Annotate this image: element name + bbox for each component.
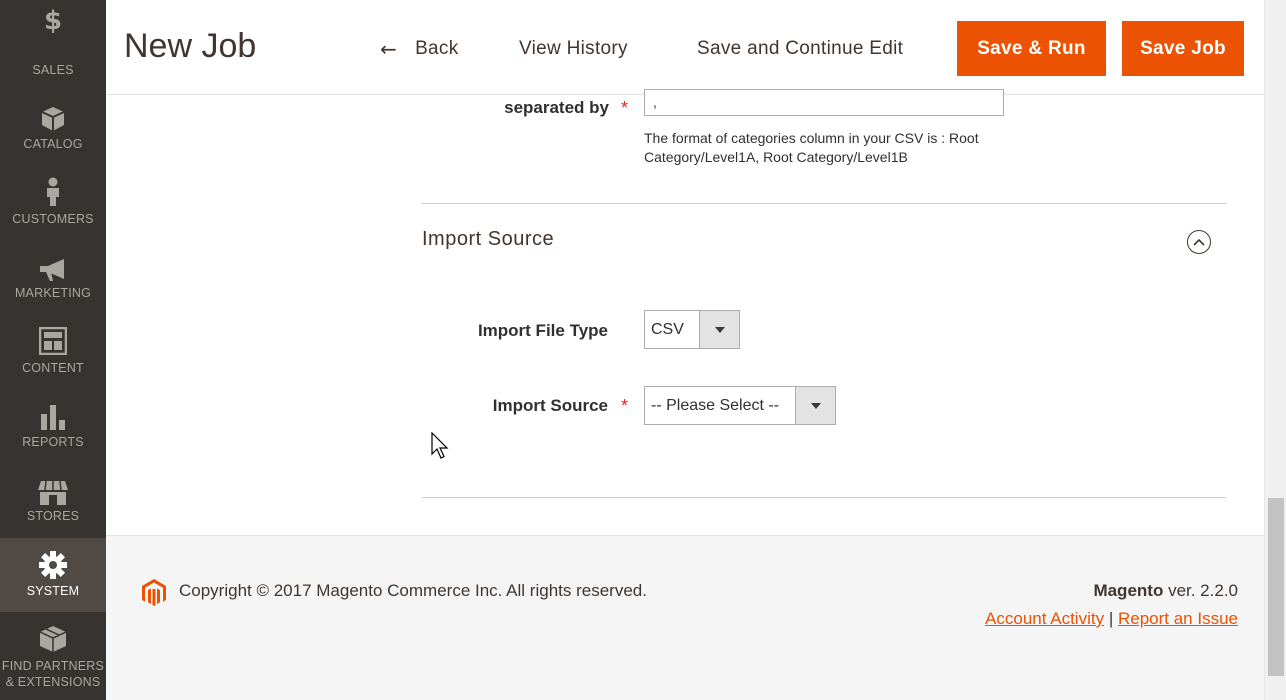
import-source-select[interactable]: -- Please Select -- <box>644 386 836 425</box>
import-source-value: -- Please Select -- <box>651 396 780 414</box>
brand-name: Magento <box>1093 581 1164 600</box>
required-mark: * <box>621 396 629 416</box>
admin-sidebar: $ SALES CATALOG CUSTOMERS MARKETING CONT… <box>0 0 106 700</box>
file-type-label: Import File Type <box>477 321 608 340</box>
section-title[interactable]: Import Source <box>422 228 554 251</box>
separator-note-line1: The format of categories column in your … <box>644 130 979 146</box>
chevron-down-icon <box>699 311 739 348</box>
separator-label: separated by <box>504 98 609 117</box>
page-title: New Job <box>124 27 257 65</box>
section-divider-bottom <box>422 497 1226 498</box>
nav-item-stores[interactable]: STORES <box>0 446 106 523</box>
view-history-button[interactable]: View History <box>519 21 628 76</box>
person-icon <box>0 177 106 207</box>
nav-item-catalog[interactable]: CATALOG <box>0 74 106 151</box>
collapse-chevron-up-icon[interactable] <box>1187 230 1211 254</box>
version-text: Magento ver. 2.2.0 <box>1093 581 1238 601</box>
bar-chart-icon <box>0 402 106 432</box>
nav-label: SYSTEM <box>26 584 80 598</box>
nav-item-system[interactable]: SYSTEM <box>0 538 106 612</box>
dollar-icon: $ <box>43 6 63 36</box>
file-type-value: CSV <box>651 320 684 338</box>
nav-item-find-partners[interactable]: FIND PARTNERS & EXTENSIONS <box>0 620 106 700</box>
nav-item-marketing[interactable]: MARKETING <box>0 223 106 300</box>
nav-label: STORES <box>26 509 80 523</box>
box-icon <box>0 104 106 134</box>
magento-logo-icon <box>142 579 166 612</box>
page-header: New Job ← Back View History Save and Con… <box>106 0 1264 95</box>
layout-icon <box>0 326 106 356</box>
nav-item-customers[interactable]: CUSTOMERS <box>0 149 106 226</box>
arrow-left-icon: ← <box>380 36 398 61</box>
save-and-run-button[interactable]: Save & Run <box>957 21 1106 76</box>
back-button[interactable]: ← Back <box>380 21 459 76</box>
link-separator: | <box>1108 609 1114 628</box>
footer-links: Account Activity | Report an Issue <box>985 609 1238 629</box>
scrollbar-thumb[interactable] <box>1268 498 1284 676</box>
separator-input[interactable]: , <box>644 89 1004 116</box>
blocks-icon <box>0 624 106 654</box>
account-activity-link[interactable]: Account Activity <box>985 609 1104 628</box>
nav-item-reports[interactable]: REPORTS <box>0 372 106 449</box>
megaphone-icon <box>0 255 106 285</box>
nav-label-line2: & EXTENSIONS <box>5 675 101 689</box>
page-footer: Copyright © 2017 Magento Commerce Inc. A… <box>106 535 1264 700</box>
storefront-icon <box>0 478 106 508</box>
version-number: ver. 2.2.0 <box>1168 581 1238 600</box>
report-issue-link[interactable]: Report an Issue <box>1118 609 1238 628</box>
page-scrollbar[interactable] <box>1264 0 1286 700</box>
nav-item-content[interactable]: CONTENT <box>0 298 106 375</box>
import-source-label: Import Source <box>492 396 608 415</box>
file-type-select[interactable]: CSV <box>644 310 740 349</box>
save-and-continue-button[interactable]: Save and Continue Edit <box>697 21 903 76</box>
nav-item-sales[interactable]: $ SALES <box>0 0 106 77</box>
copyright-text: Copyright © 2017 Magento Commerce Inc. A… <box>179 581 647 600</box>
job-form: separated by * , The format of categorie… <box>106 89 1264 535</box>
chevron-down-icon <box>795 387 835 424</box>
required-mark: * <box>621 98 629 118</box>
separator-note-line2: Category/Level1A, Root Category/Level1B <box>644 149 908 165</box>
gear-icon <box>0 550 106 580</box>
save-job-button[interactable]: Save Job <box>1122 21 1244 76</box>
nav-label-line1: FIND PARTNERS <box>1 659 105 673</box>
mouse-pointer-icon <box>431 431 449 465</box>
back-label: Back <box>415 37 459 59</box>
section-divider-top <box>422 203 1226 204</box>
